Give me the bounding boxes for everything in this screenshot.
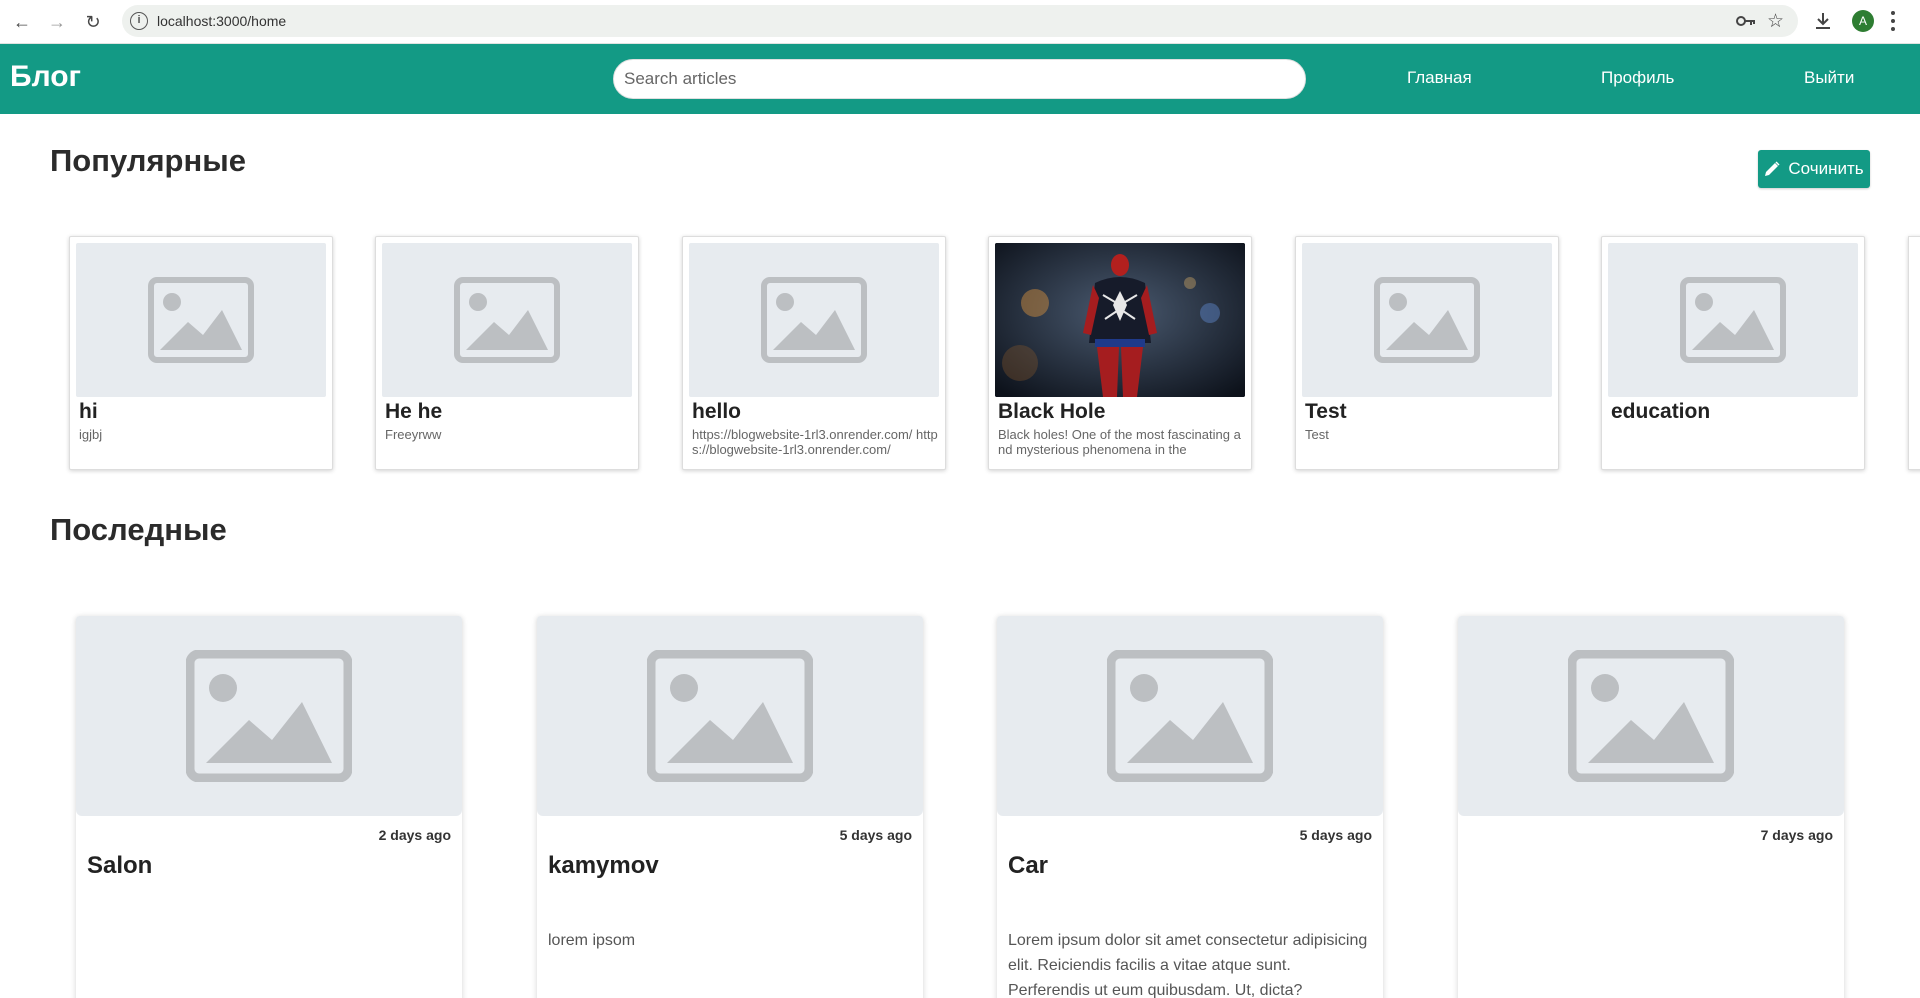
- image-placeholder-icon: [537, 616, 923, 816]
- popular-card-title: hi: [79, 400, 98, 423]
- site-info-icon[interactable]: i: [130, 12, 148, 30]
- latest-card[interactable]: 5 days ago kamymov lorem ipsom: [537, 616, 923, 998]
- image-placeholder-icon: [1608, 243, 1858, 397]
- popular-card-excerpt: Freeyrww: [385, 427, 442, 442]
- address-bar[interactable]: i localhost:3000/home ☆: [122, 5, 1798, 37]
- address-url[interactable]: localhost:3000/home: [157, 13, 286, 29]
- popular-card[interactable]: Test Test: [1295, 236, 1559, 470]
- pencil-icon: [1765, 161, 1780, 176]
- app-header: Блог Главная Профиль Выйти: [0, 44, 1920, 114]
- browser-menu-icon[interactable]: [1886, 9, 1900, 33]
- popular-card-excerpt: Black holes! One of the most fascinating…: [998, 427, 1241, 457]
- image-placeholder-icon: [382, 243, 632, 397]
- popular-card-title: He he: [385, 400, 443, 423]
- nav-home-link[interactable]: Главная: [1407, 68, 1472, 88]
- latest-section-title: Последные: [50, 512, 227, 547]
- compose-button[interactable]: Сочинить: [1758, 150, 1870, 188]
- popular-card-title: Black Hole: [998, 400, 1106, 423]
- search-input[interactable]: [613, 59, 1306, 99]
- popular-card[interactable]: education: [1601, 236, 1865, 470]
- popular-card[interactable]: Black Hole Black holes! One of the most …: [988, 236, 1252, 470]
- nav-logout-link[interactable]: Выйти: [1804, 68, 1854, 88]
- reload-icon[interactable]: ↻: [79, 8, 107, 36]
- profile-avatar[interactable]: A: [1852, 10, 1874, 32]
- popular-card[interactable]: hello https://blogwebsite-1rl3.onrender.…: [682, 236, 946, 470]
- latest-card-excerpt: Lorem ipsum dolor sit amet consectetur a…: [1008, 932, 1368, 998]
- popular-card[interactable]: He he Freeyrww: [375, 236, 639, 470]
- nav-profile-link[interactable]: Профиль: [1601, 68, 1674, 88]
- popular-card-excerpt: igjbj: [79, 427, 103, 442]
- image-placeholder-icon: [689, 243, 939, 397]
- latest-card-title: kamymov: [548, 852, 659, 879]
- back-arrow-icon[interactable]: ←: [8, 8, 36, 36]
- password-key-icon[interactable]: [1736, 13, 1756, 29]
- popular-card-partial[interactable]: [1908, 236, 1920, 470]
- image-placeholder-icon: [1302, 243, 1552, 397]
- download-icon[interactable]: [1812, 10, 1834, 32]
- popular-card-excerpt: Test: [1305, 427, 1329, 442]
- image-placeholder-icon: [76, 616, 462, 816]
- latest-card-excerpt: lorem ipsom: [548, 932, 636, 949]
- compose-label: Сочинить: [1788, 159, 1864, 178]
- image-placeholder-icon: [1458, 616, 1844, 816]
- forward-arrow-icon[interactable]: →: [43, 8, 71, 36]
- article-photo: [995, 243, 1245, 397]
- image-placeholder-icon: [76, 243, 326, 397]
- bookmark-star-icon[interactable]: ☆: [1767, 10, 1784, 33]
- popular-card-excerpt: https://blogwebsite-1rl3.onrender.com/ h…: [692, 427, 938, 457]
- latest-card-date: 5 days ago: [839, 827, 912, 843]
- latest-card-date: 2 days ago: [378, 827, 451, 843]
- latest-card-date: 5 days ago: [1299, 827, 1372, 843]
- brand-logo[interactable]: Блог: [10, 60, 81, 94]
- popular-section-title: Популярные: [50, 143, 246, 178]
- latest-card[interactable]: 5 days ago Car Lorem ipsum dolor sit ame…: [997, 616, 1383, 998]
- latest-card-title: Car: [1008, 852, 1049, 879]
- latest-card[interactable]: 7 days ago: [1458, 616, 1844, 998]
- popular-card-title: Test: [1305, 400, 1347, 423]
- latest-card-title: Salon: [87, 852, 153, 879]
- popular-card[interactable]: hi igjbj: [69, 236, 333, 470]
- browser-toolbar: ← → ↻ i localhost:3000/home ☆ A: [0, 0, 1920, 44]
- popular-card-title: education: [1611, 400, 1711, 423]
- latest-card[interactable]: 2 days ago Salon: [76, 616, 462, 998]
- image-placeholder-icon: [997, 616, 1383, 816]
- latest-card-date: 7 days ago: [1760, 827, 1833, 843]
- popular-card-title: hello: [692, 400, 742, 423]
